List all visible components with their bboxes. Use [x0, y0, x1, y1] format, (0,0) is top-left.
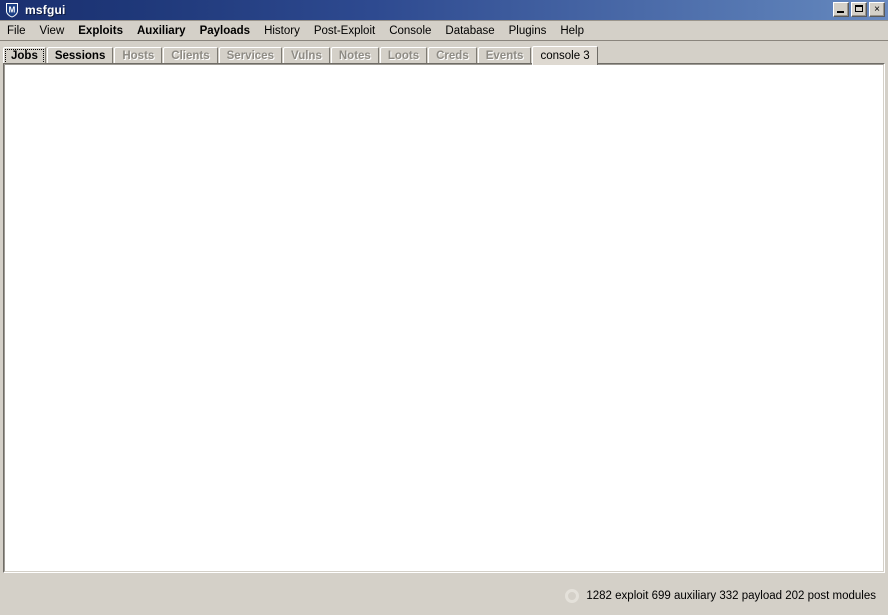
tab-hosts: Hosts — [114, 47, 163, 64]
console-panel-inner[interactable] — [4, 64, 884, 572]
close-button[interactable]: × — [869, 2, 885, 17]
menu-item-console[interactable]: Console — [382, 23, 438, 40]
console-panel — [3, 63, 885, 573]
minimize-icon — [837, 11, 844, 13]
menu-item-view[interactable]: View — [33, 23, 72, 40]
menubar-divider — [0, 40, 888, 42]
menu-item-payloads[interactable]: Payloads — [193, 23, 258, 40]
menubar: File View Exploits Auxiliary Payloads History… — [0, 22, 888, 40]
status-text: 1282 exploit 699 auxiliary 332 payload 2… — [586, 589, 876, 602]
menu-item-database[interactable]: Database — [438, 23, 501, 40]
window-title: msfgui — [25, 3, 66, 17]
statusbar: 1282 exploit 699 auxiliary 332 payload 2… — [0, 576, 888, 615]
tab-jobs[interactable]: Jobs — [3, 47, 46, 64]
tabstrip: Jobs Sessions Hosts Clients Services Vulns Not… — [0, 44, 888, 65]
menu-item-file[interactable]: File — [0, 23, 33, 40]
menu-item-post-exploit[interactable]: Post-Exploit — [307, 23, 382, 40]
tab-sessions[interactable]: Sessions — [46, 47, 114, 64]
tab-events: Events — [477, 47, 532, 64]
maximize-icon — [855, 5, 863, 12]
tab-notes: Notes — [330, 47, 379, 64]
menu-item-exploits[interactable]: Exploits — [71, 23, 130, 40]
tab-vulns: Vulns — [282, 47, 330, 64]
menu-item-auxiliary[interactable]: Auxiliary — [130, 23, 193, 40]
msfgui-window: M msfgui × File View Exploits Auxiliary Payl… — [0, 0, 888, 615]
titlebar: M msfgui × — [0, 0, 888, 21]
minimize-button[interactable] — [833, 2, 849, 17]
tab-creds: Creds — [428, 47, 477, 64]
menu-item-help[interactable]: Help — [553, 23, 591, 40]
maximize-button[interactable] — [851, 2, 867, 17]
close-icon: × — [874, 4, 880, 15]
module-count-status: 1282 exploit 699 auxiliary 332 payload 2… — [565, 588, 876, 603]
menu-item-plugins[interactable]: Plugins — [502, 23, 554, 40]
tab-console-3[interactable]: console 3 — [532, 46, 598, 65]
msf-shield-icon: M — [4, 2, 20, 18]
window-controls: × — [833, 2, 885, 17]
tab-loots: Loots — [379, 47, 428, 64]
menu-item-history[interactable]: History — [257, 23, 307, 40]
svg-text:M: M — [9, 6, 16, 15]
tab-clients: Clients — [163, 47, 218, 64]
loading-ring-icon — [565, 588, 580, 603]
tab-services: Services — [218, 47, 282, 64]
console-output[interactable] — [7, 67, 881, 569]
